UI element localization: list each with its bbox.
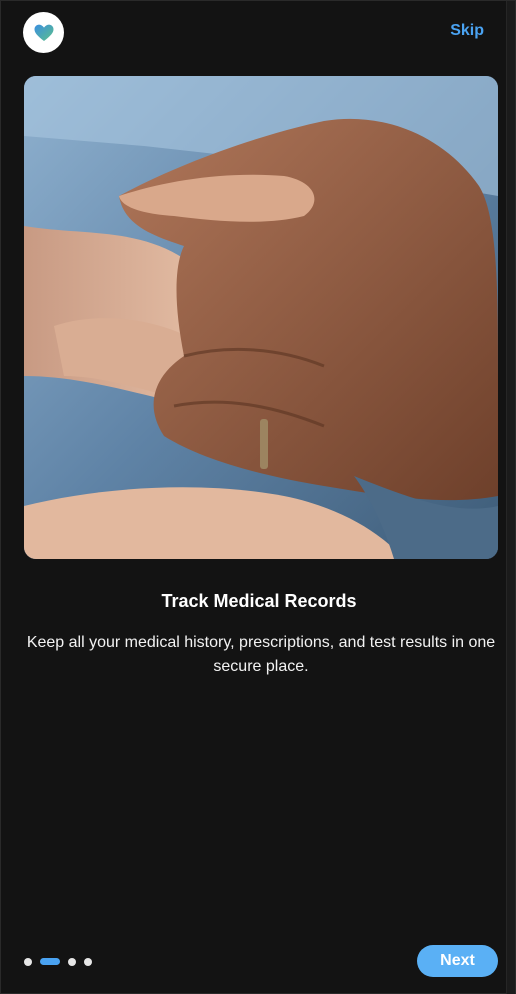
pagination-dot[interactable] <box>84 957 92 966</box>
heart-icon <box>34 24 53 41</box>
pagination-dot-active[interactable] <box>40 958 60 965</box>
pagination-dot[interactable] <box>24 957 32 966</box>
pagination-dot[interactable] <box>68 957 76 966</box>
window-edge <box>506 1 515 994</box>
pagination-dots <box>24 957 92 966</box>
next-button[interactable]: Next <box>417 945 498 977</box>
skip-button[interactable]: Skip <box>450 22 484 40</box>
app-logo <box>23 12 64 53</box>
onboarding-screen: Skip Track Medical Records Keep all your… <box>0 0 516 994</box>
slide-description: Keep all your medical history, prescript… <box>26 634 496 675</box>
onboarding-image <box>24 76 498 559</box>
slide-title: Track Medical Records <box>161 591 357 611</box>
